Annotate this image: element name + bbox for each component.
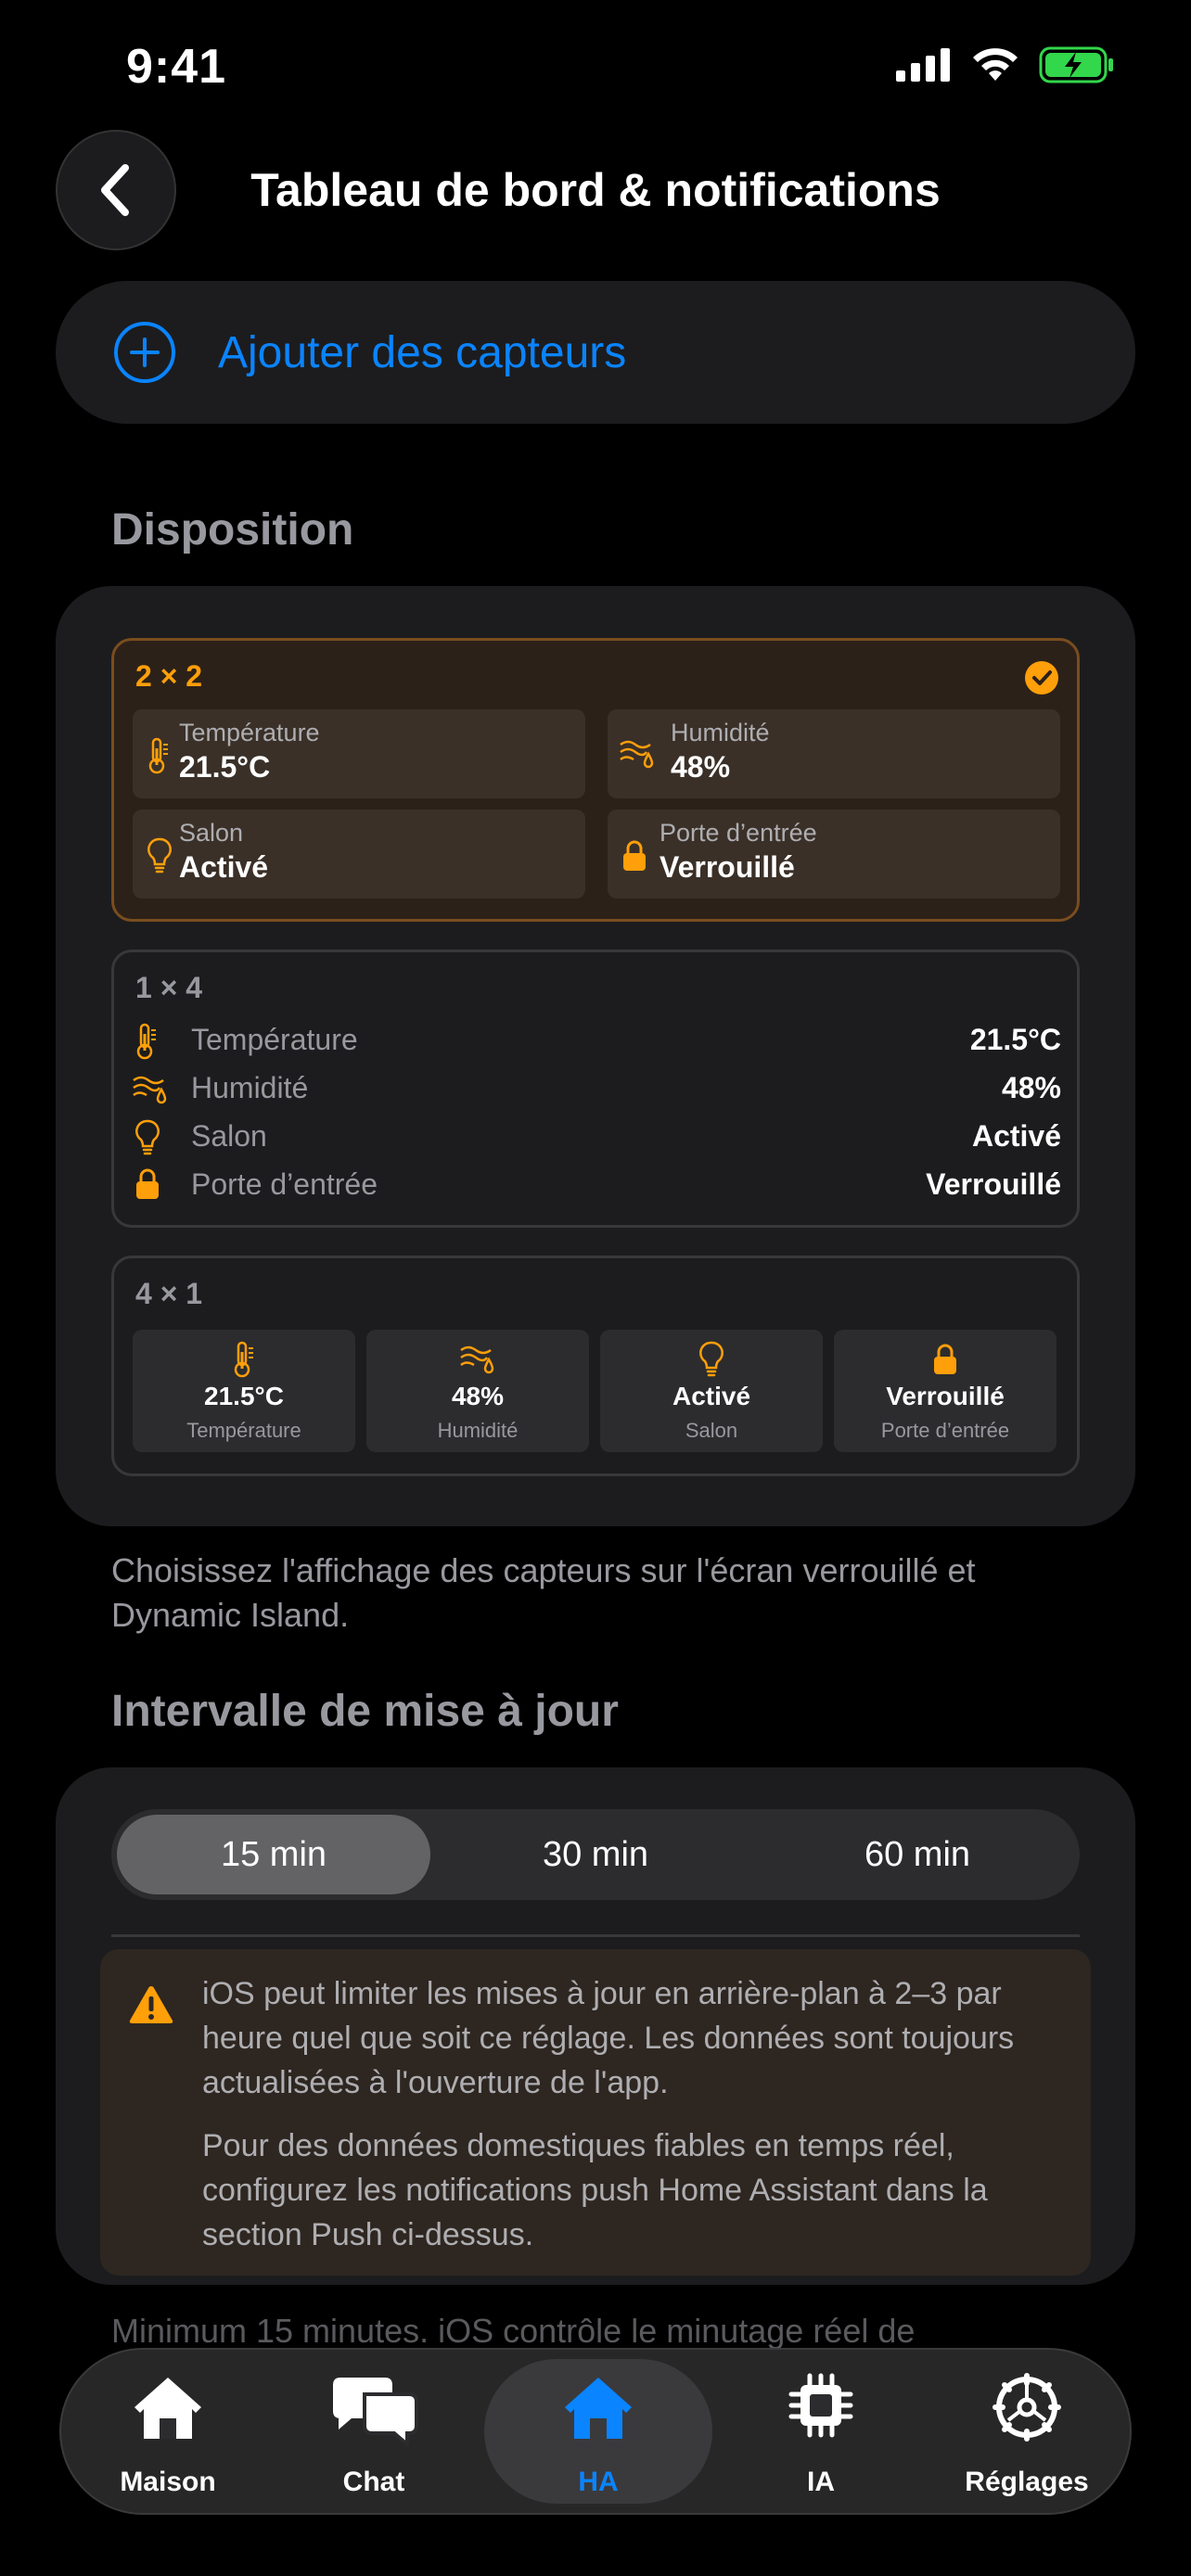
tile-value: 48% [671,750,731,784]
tile-label: Porte d’entrée [660,819,817,847]
compact-tile-humidity: 48% Humidité [366,1330,589,1452]
compact-value: 21.5°C [204,1382,284,1410]
lightbulb-icon [147,837,172,874]
compact-label: Salon [685,1419,738,1442]
disposition-card: 2 × 2 Température 21.5°C Humidité 48% Sa… [56,586,1135,1526]
tab-label: HA [578,2467,619,2497]
house-icon [134,2378,201,2439]
list-row-front-door: Porte d’entrée Verrouillé [135,1162,1061,1210]
warning-box: iOS peut limiter les mises à jour en arr… [100,1949,1091,2276]
interval-section-title: Intervalle de mise à jour [111,1687,619,1736]
add-sensors-button[interactable]: Ajouter des capteurs [56,281,1135,424]
tile-humidity: Humidité 48% [608,709,1060,798]
plus-circle-icon [114,322,175,383]
tile-value: Activé [179,850,269,884]
compact-label: Humidité [437,1419,519,1442]
thermometer-icon [148,737,168,774]
tile-salon: Salon Activé [133,810,585,899]
warning-triangle-icon [129,1986,173,2023]
thermometer-icon [234,1341,253,1378]
list-label: Porte d’entrée [191,1167,378,1201]
tile-value: Verrouillé [660,850,795,884]
list-value: Verrouillé [926,1167,1061,1201]
status-time: 9:41 [126,40,227,94]
tile-label: Température [179,719,320,746]
lightbulb-icon [699,1341,724,1377]
lock-icon [136,1168,159,1199]
lock-icon [934,1344,956,1374]
tab-maison[interactable]: Maison [61,2350,275,2513]
layout-option-1x4[interactable]: 1 × 4 Température 21.5°C Humidité 48% Sa… [111,950,1080,1228]
add-sensors-label: Ajouter des capteurs [218,327,627,377]
tile-temperature: Température 21.5°C [133,709,585,798]
compact-tile-front-door: Verrouillé Porte d’entrée [834,1330,1057,1452]
divider [111,1934,1080,1937]
humidity-icon [620,740,654,769]
list-label: Température [191,1023,358,1056]
disposition-section-title: Disposition [111,505,354,555]
chat-bubbles-icon [333,2378,418,2446]
cellular-signal-icon [896,48,950,82]
gear-icon [992,2373,1061,2442]
lightbulb-icon [135,1119,160,1155]
tab-reglages[interactable]: Réglages [920,2350,1133,2513]
tile-label: Humidité [671,719,770,746]
page-title: Tableau de bord & notifications [250,164,941,216]
tab-chat[interactable]: Chat [267,2350,480,2513]
tab-label: Chat [342,2467,405,2497]
cpu-icon [788,2373,853,2438]
interval-segmented-control: 15 min 30 min 60 min [111,1809,1080,1900]
compact-value: Verrouillé [886,1382,1005,1410]
layout-option-title: 4 × 1 [135,1277,203,1310]
list-value: 21.5°C [969,1023,1061,1056]
layout-option-title: 1 × 4 [135,971,203,1004]
layout-option-2x2[interactable]: 2 × 2 Température 21.5°C Humidité 48% Sa… [111,638,1080,922]
compact-label: Porte d’entrée [880,1419,1010,1442]
tile-front-door: Porte d’entrée Verrouillé [608,810,1060,899]
humidity-icon [133,1076,167,1104]
battery-charging-icon [1039,46,1113,83]
home-assistant-icon [565,2378,632,2439]
disposition-footnote: Choisissez l'affichage des capteurs sur … [111,1551,976,1634]
warning-text-1: iOS peut limiter les mises à jour en arr… [202,1976,1015,2100]
interval-card: 15 min 30 min 60 min iOS peut limiter le… [56,1767,1135,2285]
interval-option-15[interactable]: 15 min [117,1815,430,1894]
list-value: Activé [971,1119,1061,1153]
back-button[interactable] [56,130,176,250]
tab-bar: Maison Chat HA IA Réglages [59,2348,1132,2515]
chevron-left-icon [101,164,129,216]
tile-value: 21.5°C [179,750,271,784]
compact-tile-salon: Activé Salon [600,1330,823,1452]
lock-icon [623,840,646,871]
interval-footnote: Minimum 15 minutes. iOS contrôle le minu… [111,2312,916,2350]
thermometer-icon [136,1023,156,1060]
wifi-icon [973,48,1018,81]
list-label: Salon [191,1119,267,1153]
compact-tile-temperature: 21.5°C Température [133,1330,355,1452]
list-value: 48% [1001,1071,1061,1104]
interval-option-60[interactable]: 60 min [761,1815,1074,1894]
compact-label: Température [186,1419,301,1442]
compact-value: 48% [451,1382,505,1410]
list-row-humidity: Humidité 48% [133,1065,1061,1114]
compact-value: Activé [672,1382,751,1410]
tile-label: Salon [179,819,244,847]
tab-ha[interactable]: HA [484,2350,712,2513]
layout-option-4x1[interactable]: 4 × 1 21.5°C Température 48% Humidité Ac… [111,1256,1080,1476]
interval-option-30[interactable]: 30 min [439,1815,752,1894]
tab-label: Réglages [965,2467,1089,2497]
status-bar: 9:41 [0,0,1191,139]
checkmark-circle-icon [1025,661,1058,695]
tab-label: Maison [120,2467,216,2497]
humidity-icon [460,1345,494,1374]
list-label: Humidité [191,1071,309,1104]
status-icons [896,46,1115,83]
list-row-salon: Salon Activé [135,1114,1061,1162]
layout-option-title: 2 × 2 [135,659,203,693]
warning-text-2: Pour des données domestiques fiables en … [202,2128,988,2252]
tab-label: IA [807,2467,835,2497]
list-row-temperature: Température 21.5°C [135,1017,1061,1065]
tab-ia[interactable]: IA [714,2350,928,2513]
